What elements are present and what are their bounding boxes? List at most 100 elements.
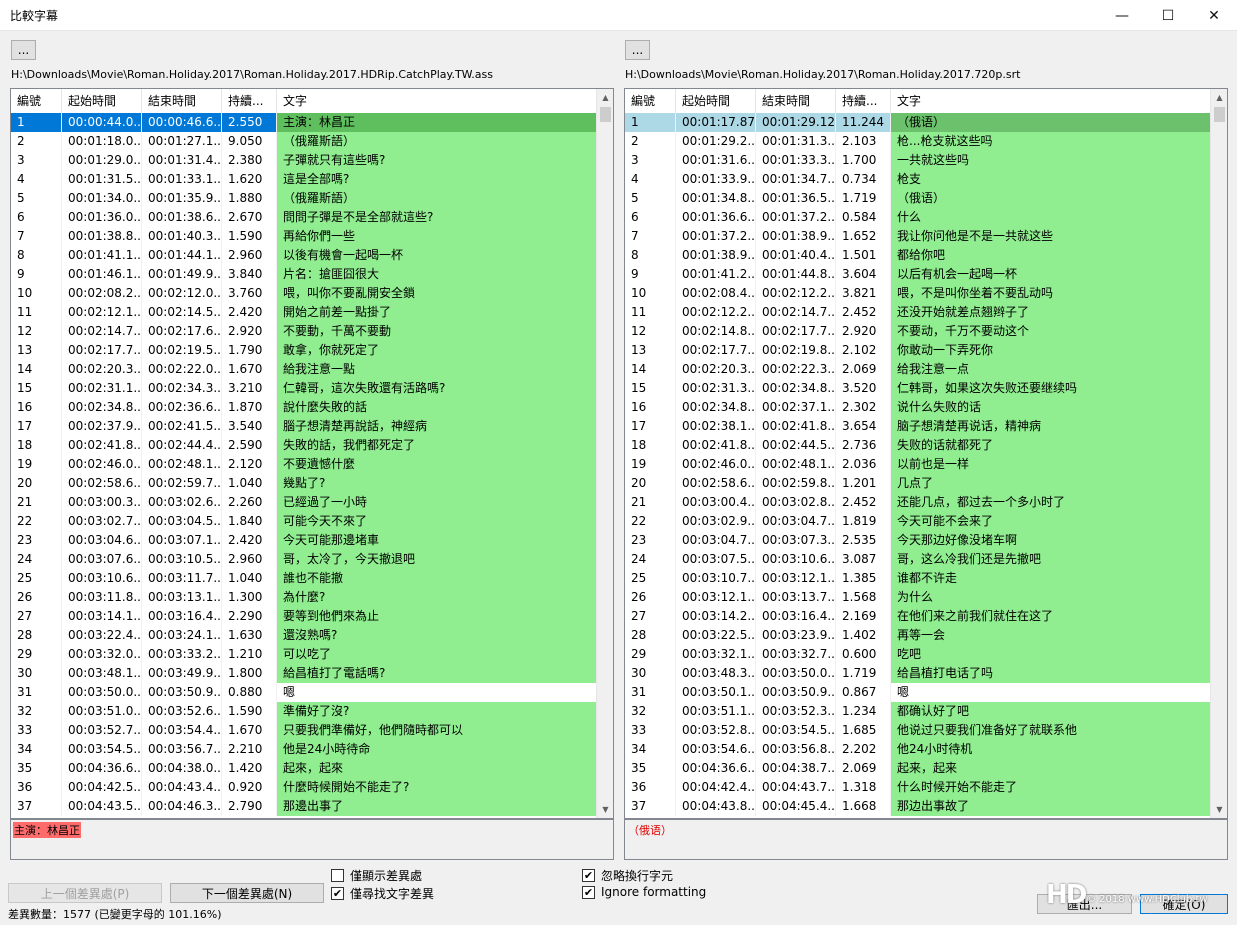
table-row[interactable]: 32 00:03:51.0... 00:03:52.6... 1.590 準備好了沒? <box>11 702 598 721</box>
table-row[interactable]: 24 00:03:07.5... 00:03:10.6... 3.087 哥，这么冷我们… <box>625 550 1212 569</box>
table-row[interactable]: 7 00:01:37.2... 00:01:38.9... 1.652 我让你问他是不是… <box>625 227 1212 246</box>
table-row[interactable]: 31 00:03:50.1... 00:03:50.9... 0.867 嗯 <box>625 683 1212 702</box>
table-row[interactable]: 24 00:03:07.6... 00:03:10.5... 2.960 哥，太冷了，今… <box>11 550 598 569</box>
ignore-formatting-checkbox[interactable]: ✔ Ignore formatting <box>582 885 706 899</box>
left-scrollbar[interactable]: ▲ ▼ <box>596 89 613 818</box>
left-preview-box[interactable]: 主演：林昌正 <box>10 819 614 860</box>
table-row[interactable]: 13 00:02:17.7... 00:02:19.5... 1.790 敢拿，你就死定… <box>11 341 598 360</box>
table-row[interactable]: 28 00:03:22.5... 00:03:23.9... 1.402 再等一会 <box>625 626 1212 645</box>
table-row[interactable]: 4 00:01:31.5... 00:01:33.1... 1.620 這是全部嗎? <box>11 170 598 189</box>
table-row[interactable]: 28 00:03:22.4... 00:03:24.1... 1.630 還沒熟嗎? <box>11 626 598 645</box>
column-header-duration[interactable]: 持續... <box>222 89 277 113</box>
table-row[interactable]: 19 00:02:46.0... 00:02:48.1... 2.036 以前也是一样 <box>625 455 1212 474</box>
table-row[interactable]: 16 00:02:34.8... 00:02:37.1... 2.302 说什么失败的话 <box>625 398 1212 417</box>
table-row[interactable]: 12 00:02:14.7... 00:02:17.6... 2.920 不要動，千萬不… <box>11 322 598 341</box>
scroll-down-icon[interactable]: ▼ <box>597 801 613 818</box>
table-row[interactable]: 26 00:03:11.8... 00:03:13.1... 1.300 為什麼? <box>11 588 598 607</box>
table-row[interactable]: 3 00:01:29.0... 00:01:31.4... 2.380 子彈就只有這些嗎… <box>11 151 598 170</box>
column-header-duration[interactable]: 持續... <box>836 89 891 113</box>
scroll-up-icon[interactable]: ▲ <box>1211 89 1227 106</box>
only-diffs-checkbox[interactable]: 僅顯示差異處 <box>331 867 422 884</box>
ignore-line-breaks-checkbox[interactable]: ✔ 忽略換行字元 <box>582 867 673 884</box>
table-row[interactable]: 35 00:04:36.6... 00:04:38.7... 2.069 起来，起来 <box>625 759 1212 778</box>
checkbox-box[interactable]: ✔ <box>582 869 595 882</box>
table-row[interactable]: 15 00:02:31.1... 00:02:34.3... 3.210 仁韓哥，這次失… <box>11 379 598 398</box>
table-row[interactable]: 27 00:03:14.2... 00:03:16.4... 2.169 在他们来之前我… <box>625 607 1212 626</box>
table-row[interactable]: 26 00:03:12.1... 00:03:13.7... 1.568 为什么 <box>625 588 1212 607</box>
table-row[interactable]: 13 00:02:17.7... 00:02:19.8... 2.102 你敢动一下弄死… <box>625 341 1212 360</box>
right-scrollbar[interactable]: ▲ ▼ <box>1210 89 1227 818</box>
table-row[interactable]: 2 00:01:29.2... 00:01:31.3... 2.103 枪...枪支就这… <box>625 132 1212 151</box>
minimize-icon[interactable]: — <box>1099 0 1145 31</box>
table-row[interactable]: 1 00:01:17.878 00:01:29.122 11.244 （俄语） <box>625 113 1212 132</box>
table-row[interactable]: 33 00:03:52.8... 00:03:54.5... 1.685 他说过只要我们… <box>625 721 1212 740</box>
right-browse-button[interactable]: ... <box>625 40 650 60</box>
table-row[interactable]: 8 00:01:41.1... 00:01:44.1... 2.960 以後有機會一起喝… <box>11 246 598 265</box>
table-row[interactable]: 9 00:01:41.2... 00:01:44.8... 3.604 以后有机会一起喝… <box>625 265 1212 284</box>
column-header-text[interactable]: 文字 <box>891 89 1211 113</box>
next-diff-button[interactable]: 下一個差異處(N) <box>170 883 324 903</box>
table-row[interactable]: 30 00:03:48.1... 00:03:49.9... 1.800 給昌植打了電話… <box>11 664 598 683</box>
table-row[interactable]: 6 00:01:36.0... 00:01:38.6... 2.670 問問子彈是不是全… <box>11 208 598 227</box>
table-row[interactable]: 18 00:02:41.8... 00:02:44.4... 2.590 失敗的話，我們… <box>11 436 598 455</box>
column-header-start[interactable]: 起始時間 <box>62 89 142 113</box>
table-row[interactable]: 35 00:04:36.6... 00:04:38.0... 1.420 起來，起來 <box>11 759 598 778</box>
table-row[interactable]: 10 00:02:08.2... 00:02:12.0... 3.760 喂，叫你不要亂… <box>11 284 598 303</box>
table-row[interactable]: 17 00:02:38.1... 00:02:41.8... 3.654 脑子想清楚再说… <box>625 417 1212 436</box>
table-row[interactable]: 11 00:02:12.2... 00:02:14.7... 2.452 还没开始就差点… <box>625 303 1212 322</box>
column-header-number[interactable]: 編號 <box>625 89 676 113</box>
table-row[interactable]: 3 00:01:31.6... 00:01:33.3... 1.700 一共就这些吗 <box>625 151 1212 170</box>
scroll-thumb[interactable] <box>1214 107 1225 122</box>
table-row[interactable]: 11 00:02:12.1... 00:02:14.5... 2.420 開始之前差一點… <box>11 303 598 322</box>
table-row[interactable]: 9 00:01:46.1... 00:01:49.9... 3.840 片名：搶匪囧很大 <box>11 265 598 284</box>
table-row[interactable]: 16 00:02:34.8... 00:02:36.6... 1.870 說什麼失敗的話 <box>11 398 598 417</box>
table-row[interactable]: 36 00:04:42.5... 00:04:43.4... 0.920 什麼時候開始不… <box>11 778 598 797</box>
column-header-text[interactable]: 文字 <box>277 89 597 113</box>
table-row[interactable]: 21 00:03:00.4... 00:03:02.8... 2.452 还能几点，都过… <box>625 493 1212 512</box>
table-row[interactable]: 18 00:02:41.8... 00:02:44.5... 2.736 失败的话就都死… <box>625 436 1212 455</box>
scroll-up-icon[interactable]: ▲ <box>597 89 613 106</box>
table-row[interactable]: 15 00:02:31.3... 00:02:34.8... 3.520 仁韩哥，如果这… <box>625 379 1212 398</box>
close-icon[interactable]: ✕ <box>1191 0 1237 31</box>
checkbox-box[interactable]: ✔ <box>331 887 344 900</box>
table-row[interactable]: 10 00:02:08.4... 00:02:12.2... 3.821 喂，不是叫你坐… <box>625 284 1212 303</box>
table-row[interactable]: 5 00:01:34.0... 00:01:35.9... 1.880 （俄羅斯語） <box>11 189 598 208</box>
table-row[interactable]: 25 00:03:10.6... 00:03:11.7... 1.040 誰也不能撤 <box>11 569 598 588</box>
table-row[interactable]: 14 00:02:20.3... 00:02:22.0... 1.670 給我注意一點 <box>11 360 598 379</box>
table-row[interactable]: 5 00:01:34.8... 00:01:36.5... 1.719 （俄语） <box>625 189 1212 208</box>
table-row[interactable]: 19 00:02:46.0... 00:02:48.1... 2.120 不要遺憾什麼 <box>11 455 598 474</box>
checkbox-box[interactable] <box>331 869 344 882</box>
column-header-end[interactable]: 結束時間 <box>756 89 836 113</box>
table-row[interactable]: 1 00:00:44.0... 00:00:46.6... 2.550 主演：林昌正 <box>11 113 598 132</box>
table-row[interactable]: 27 00:03:14.1... 00:03:16.4... 2.290 要等到他們來為… <box>11 607 598 626</box>
table-row[interactable]: 32 00:03:51.1... 00:03:52.3... 1.234 都确认好了吧 <box>625 702 1212 721</box>
table-row[interactable]: 2 00:01:18.0... 00:01:27.1... 9.050 （俄羅斯語） <box>11 132 598 151</box>
scroll-down-icon[interactable]: ▼ <box>1211 801 1227 818</box>
table-row[interactable]: 36 00:04:42.4... 00:04:43.7... 1.318 什么时候开始不… <box>625 778 1212 797</box>
only-text-diffs-checkbox[interactable]: ✔ 僅尋找文字差異 <box>331 885 434 902</box>
table-row[interactable]: 23 00:03:04.6... 00:03:07.1... 2.420 今天可能那邊堵… <box>11 531 598 550</box>
table-row[interactable]: 22 00:03:02.7... 00:03:04.5... 1.840 可能今天不來了 <box>11 512 598 531</box>
table-row[interactable]: 29 00:03:32.0... 00:03:33.2... 1.210 可以吃了 <box>11 645 598 664</box>
left-subtitle-grid[interactable]: 編號 起始時間 結束時間 持續... 文字 1 00:00:44.0... 00:0… <box>10 88 614 819</box>
table-row[interactable]: 33 00:03:52.7... 00:03:54.4... 1.670 只要我們準備好… <box>11 721 598 740</box>
checkbox-box[interactable]: ✔ <box>582 885 595 899</box>
table-row[interactable]: 29 00:03:32.1... 00:03:32.7... 0.600 吃吧 <box>625 645 1212 664</box>
scroll-thumb[interactable] <box>600 107 611 122</box>
table-row[interactable]: 25 00:03:10.7... 00:03:12.1... 1.385 谁都不许走 <box>625 569 1212 588</box>
column-header-number[interactable]: 編號 <box>11 89 62 113</box>
table-row[interactable]: 30 00:03:48.3... 00:03:50.0... 1.719 给昌植打电话了… <box>625 664 1212 683</box>
table-row[interactable]: 20 00:02:58.6... 00:02:59.8... 1.201 几点了 <box>625 474 1212 493</box>
maximize-icon[interactable]: ☐ <box>1145 0 1191 31</box>
table-row[interactable]: 21 00:03:00.3... 00:03:02.6... 2.260 已經過了一小時 <box>11 493 598 512</box>
table-row[interactable]: 31 00:03:50.0... 00:03:50.9... 0.880 嗯 <box>11 683 598 702</box>
table-row[interactable]: 14 00:02:20.3... 00:02:22.3... 2.069 给我注意一点 <box>625 360 1212 379</box>
column-header-start[interactable]: 起始時間 <box>676 89 756 113</box>
column-header-end[interactable]: 結束時間 <box>142 89 222 113</box>
table-row[interactable]: 37 00:04:43.8... 00:04:45.4... 1.668 那边出事故了 <box>625 797 1212 816</box>
table-row[interactable]: 20 00:02:58.6... 00:02:59.7... 1.040 幾點了? <box>11 474 598 493</box>
table-row[interactable]: 6 00:01:36.6... 00:01:37.2... 0.584 什么 <box>625 208 1212 227</box>
left-browse-button[interactable]: ... <box>11 40 36 60</box>
table-row[interactable]: 37 00:04:43.5... 00:04:46.3... 2.790 那邊出事了 <box>11 797 598 816</box>
table-row[interactable]: 22 00:03:02.9... 00:03:04.7... 1.819 今天可能不会来… <box>625 512 1212 531</box>
